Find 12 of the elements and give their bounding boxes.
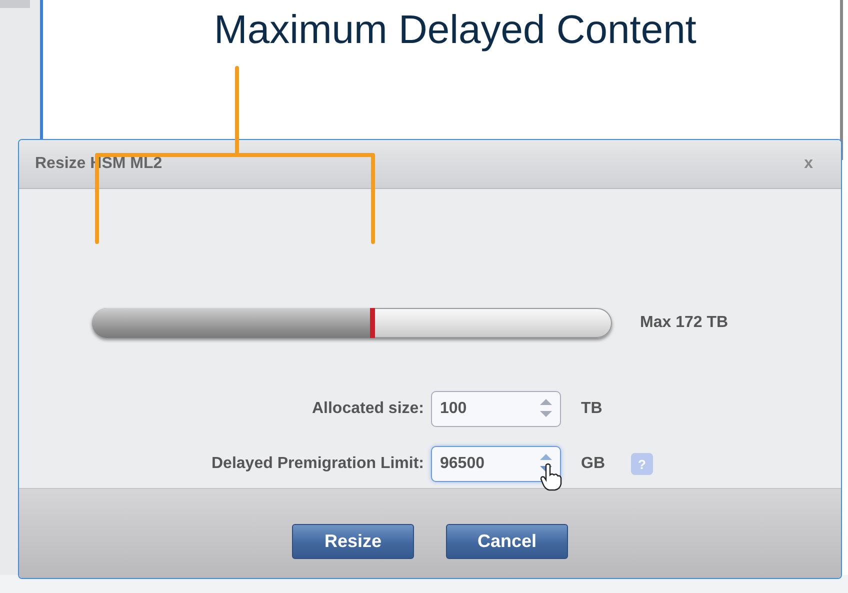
unit-label: GB [580, 455, 606, 473]
cancel-button[interactable]: Cancel [446, 524, 568, 559]
field-label: Delayed Premigration Limit: [210, 455, 425, 473]
resize-button[interactable]: Resize [292, 524, 414, 559]
unit-label: TB [580, 400, 604, 418]
number-field[interactable]: 96500 [431, 446, 561, 482]
annotation-title: Maximum Delayed Content [214, 8, 696, 53]
number-field[interactable]: 100 [431, 391, 561, 427]
hand-cursor-icon [540, 463, 562, 491]
max-label: Max 172 TB [640, 314, 728, 332]
size-slider[interactable] [92, 308, 612, 338]
field-label: Allocated size: [310, 400, 425, 418]
